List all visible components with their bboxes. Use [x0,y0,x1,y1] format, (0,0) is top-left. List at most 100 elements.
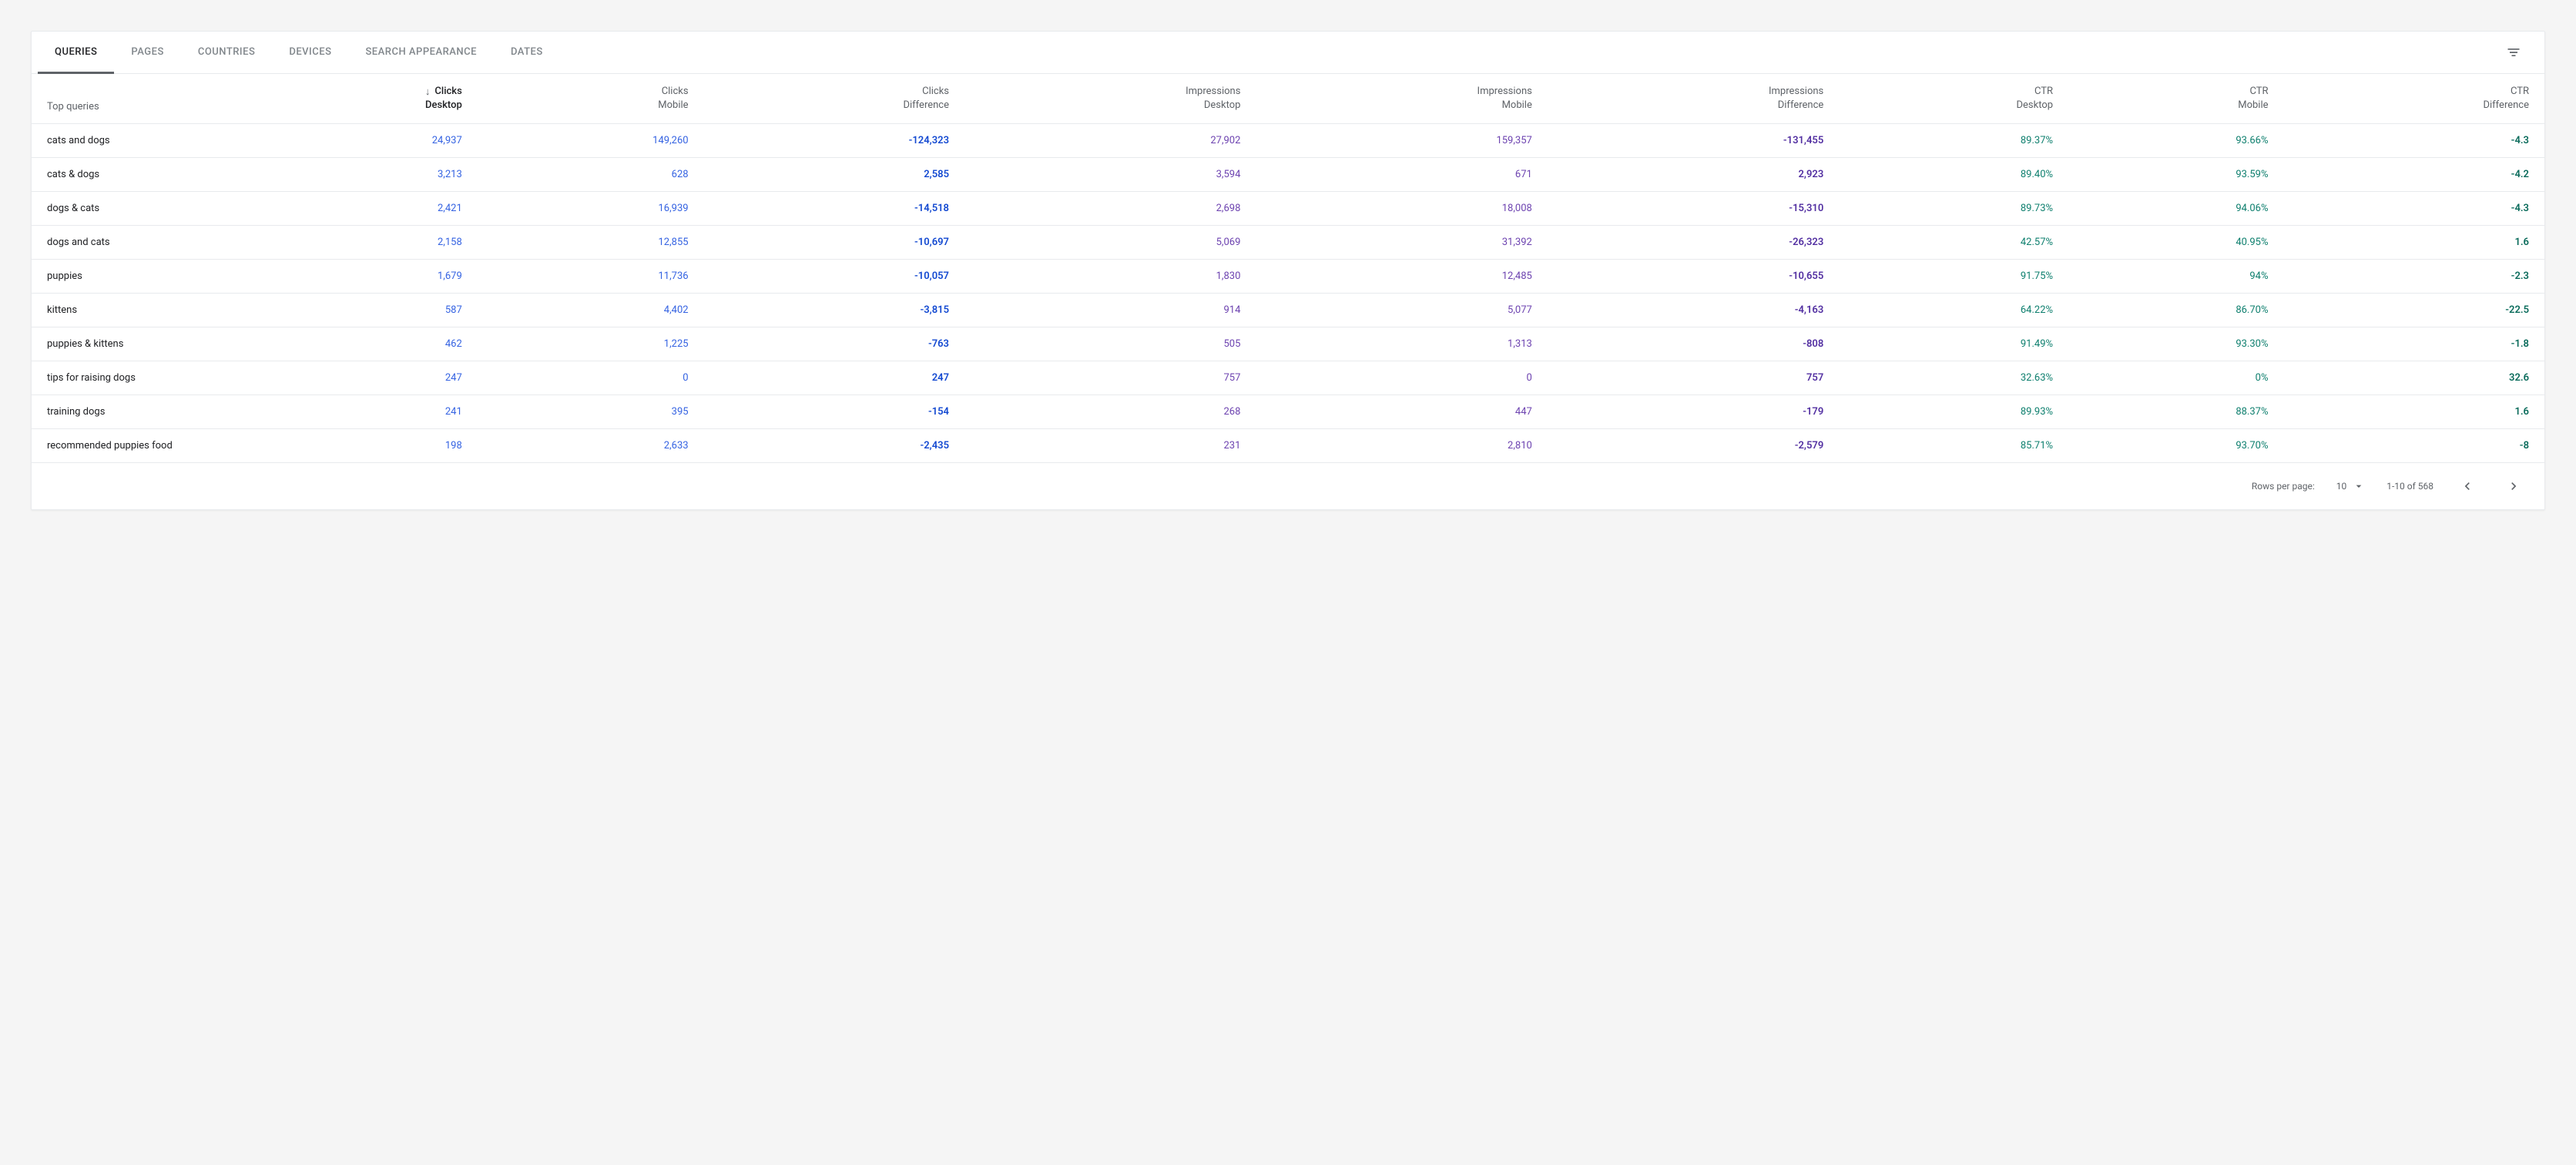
cell-impr_diff: 2,923 [1548,158,1839,192]
col-clicks-desktop[interactable]: ↓Clicks Desktop [247,74,478,124]
chevron-right-icon [2506,478,2521,494]
cell-ctr_diff: -1.8 [2284,327,2545,361]
cell-query: dogs and cats [32,226,247,260]
cell-ctr_diff: 1.6 [2284,395,2545,429]
cell-ctr_mobile: 93.59% [2068,158,2283,192]
cell-clicks_mobile: 395 [478,395,704,429]
cell-impr_desktop: 231 [964,429,1256,463]
col-ctr-diff[interactable]: CTRDifference [2284,74,2545,124]
cell-ctr_diff: -8 [2284,429,2545,463]
table-row[interactable]: cats and dogs24,937149,260-124,32327,902… [32,124,2544,158]
cell-impr_diff: 757 [1548,361,1839,395]
cell-query: cats and dogs [32,124,247,158]
filter-button[interactable] [2498,37,2529,68]
tab-countries[interactable]: COUNTRIES [181,32,273,74]
rows-per-page-select[interactable]: 10 [2336,480,2366,492]
cell-query: tips for raising dogs [32,361,247,395]
cell-clicks_mobile: 0 [478,361,704,395]
cell-clicks_diff: -3,815 [704,294,964,327]
cell-clicks_desktop: 1,679 [247,260,478,294]
cell-clicks_diff: 247 [704,361,964,395]
cell-impr_mobile: 671 [1256,158,1547,192]
cell-impr_diff: -808 [1548,327,1839,361]
cell-impr_desktop: 268 [964,395,1256,429]
table-row[interactable]: puppies & kittens4621,225-7635051,313-80… [32,327,2544,361]
cell-clicks_mobile: 2,633 [478,429,704,463]
cell-ctr_diff: -4.3 [2284,124,2545,158]
cell-clicks_mobile: 12,855 [478,226,704,260]
cell-clicks_desktop: 241 [247,395,478,429]
cell-clicks_mobile: 16,939 [478,192,704,226]
tab-dates[interactable]: DATES [494,32,560,74]
cell-impr_diff: -179 [1548,395,1839,429]
cell-impr_desktop: 2,698 [964,192,1256,226]
col-top-queries[interactable]: Top queries [32,74,247,124]
cell-ctr_desktop: 89.93% [1839,395,2068,429]
table-footer: Rows per page: 10 1-10 of 568 [32,463,2544,509]
cell-query: recommended puppies food [32,429,247,463]
col-ctr-mobile[interactable]: CTRMobile [2068,74,2283,124]
cell-ctr_desktop: 89.37% [1839,124,2068,158]
table-row[interactable]: kittens5874,402-3,8159145,077-4,16364.22… [32,294,2544,327]
sort-desc-icon: ↓ [425,86,431,98]
rows-per-page-label: Rows per page: [2252,481,2315,492]
cell-clicks_desktop: 2,421 [247,192,478,226]
col-ctr-desktop[interactable]: CTRDesktop [1839,74,2068,124]
performance-table-card: QUERIESPAGESCOUNTRIESDEVICESSEARCH APPEA… [31,31,2545,510]
table-body: cats and dogs24,937149,260-124,32327,902… [32,124,2544,463]
cell-clicks_desktop: 3,213 [247,158,478,192]
table-row[interactable]: dogs and cats2,15812,855-10,6975,06931,3… [32,226,2544,260]
cell-ctr_desktop: 89.40% [1839,158,2068,192]
next-page-button[interactable] [2501,474,2526,499]
cell-ctr_diff: 1.6 [2284,226,2545,260]
cell-clicks_diff: 2,585 [704,158,964,192]
cell-clicks_mobile: 628 [478,158,704,192]
cell-clicks_desktop: 24,937 [247,124,478,158]
tab-search-appearance[interactable]: SEARCH APPEARANCE [348,32,494,74]
table-row[interactable]: puppies1,67911,736-10,0571,83012,485-10,… [32,260,2544,294]
cell-query: training dogs [32,395,247,429]
cell-ctr_mobile: 93.66% [2068,124,2283,158]
cell-impr_diff: -131,455 [1548,124,1839,158]
col-impr-desktop[interactable]: ImpressionsDesktop [964,74,1256,124]
dropdown-icon [2353,480,2365,492]
table-scroll[interactable]: Top queries ↓Clicks Desktop ClicksMobile… [32,74,2544,463]
filter-icon [2506,45,2521,60]
cell-ctr_diff: 32.6 [2284,361,2545,395]
col-clicks-diff[interactable]: ClicksDifference [704,74,964,124]
table-row[interactable]: training dogs241395-154268447-17989.93%8… [32,395,2544,429]
col-clicks-mobile[interactable]: ClicksMobile [478,74,704,124]
rows-per-page-value: 10 [2336,481,2347,492]
table-row[interactable]: dogs & cats2,42116,939-14,5182,69818,008… [32,192,2544,226]
table-row[interactable]: cats & dogs3,2136282,5853,5946712,92389.… [32,158,2544,192]
cell-impr_mobile: 12,485 [1256,260,1547,294]
cell-ctr_desktop: 91.75% [1839,260,2068,294]
cell-clicks_diff: -154 [704,395,964,429]
col-impr-diff[interactable]: ImpressionsDifference [1548,74,1839,124]
tab-devices[interactable]: DEVICES [272,32,348,74]
cell-ctr_mobile: 94% [2068,260,2283,294]
cell-ctr_diff: -4.2 [2284,158,2545,192]
cell-ctr_mobile: 94.06% [2068,192,2283,226]
tab-queries[interactable]: QUERIES [38,32,114,74]
cell-clicks_desktop: 2,158 [247,226,478,260]
table-row[interactable]: tips for raising dogs2470247757075732.63… [32,361,2544,395]
cell-clicks_diff: -2,435 [704,429,964,463]
col-impr-mobile[interactable]: ImpressionsMobile [1256,74,1547,124]
table-row[interactable]: recommended puppies food1982,633-2,43523… [32,429,2544,463]
pagination-range: 1-10 of 568 [2386,481,2433,492]
cell-clicks_mobile: 4,402 [478,294,704,327]
cell-impr_mobile: 31,392 [1256,226,1547,260]
cell-clicks_mobile: 1,225 [478,327,704,361]
prev-page-button[interactable] [2455,474,2480,499]
cell-query: kittens [32,294,247,327]
tab-pages[interactable]: PAGES [114,32,180,74]
cell-ctr_diff: -2.3 [2284,260,2545,294]
cell-impr_desktop: 27,902 [964,124,1256,158]
cell-clicks_desktop: 198 [247,429,478,463]
cell-impr_desktop: 505 [964,327,1256,361]
cell-impr_diff: -10,655 [1548,260,1839,294]
cell-impr_desktop: 5,069 [964,226,1256,260]
cell-impr_mobile: 159,357 [1256,124,1547,158]
cell-impr_desktop: 1,830 [964,260,1256,294]
